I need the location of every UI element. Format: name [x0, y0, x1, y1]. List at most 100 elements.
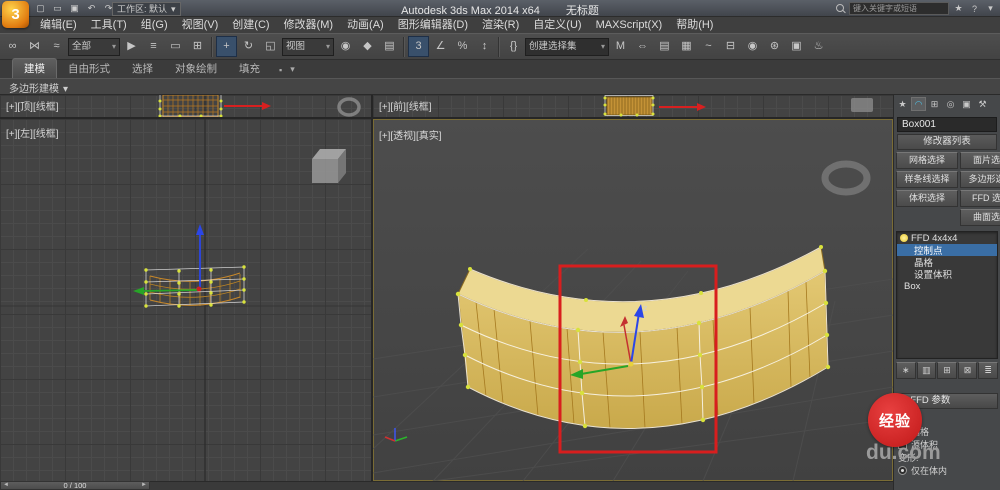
modify-tab-icon[interactable]: ◠: [911, 97, 926, 111]
modifier-button-surface-select[interactable]: 曲面选择: [960, 209, 1000, 226]
next-frame-icon[interactable]: ►: [141, 482, 147, 489]
mirror-icon[interactable]: M: [610, 36, 631, 57]
angle-snap-icon[interactable]: ∠: [430, 36, 451, 57]
transform-gizmo[interactable]: [133, 224, 204, 295]
render-setup-icon[interactable]: ⊛: [764, 36, 785, 57]
viewport-label-top[interactable]: [+][顶][线框]: [6, 98, 59, 113]
unlink-selection-icon[interactable]: ⋈: [24, 36, 45, 57]
open-file-icon[interactable]: ▭: [50, 1, 65, 15]
menu-maxscript[interactable]: MAXScript(X): [589, 17, 670, 33]
object-name-field[interactable]: Box001: [897, 117, 997, 132]
track-bar[interactable]: [150, 481, 893, 490]
viewcube[interactable]: [821, 160, 871, 196]
material-editor-icon[interactable]: ◉: [742, 36, 763, 57]
menu-help[interactable]: 帮助(H): [669, 17, 720, 33]
select-and-rotate-icon[interactable]: ↻: [238, 36, 259, 57]
hierarchy-tab-icon[interactable]: ⊞: [927, 97, 942, 111]
motion-tab-icon[interactable]: ◎: [943, 97, 958, 111]
ribbon-menu-icon[interactable]: ▾: [290, 64, 295, 78]
box-object-front-view[interactable]: [604, 95, 654, 116]
select-and-scale-icon[interactable]: ◱: [260, 36, 281, 57]
schematic-view-icon[interactable]: ⊟: [720, 36, 741, 57]
stack-item-box[interactable]: Box: [897, 280, 997, 292]
modifier-button-volume-select[interactable]: 体积选择: [896, 190, 958, 207]
stack-item-control-points[interactable]: 控制点: [897, 244, 997, 257]
menu-graph-editors[interactable]: 图形编辑器(D): [391, 17, 475, 33]
modifier-list-dropdown[interactable]: 修改器列表: [897, 134, 997, 150]
tab-modeling[interactable]: 建模: [12, 58, 57, 78]
help-icon[interactable]: ?: [968, 4, 981, 14]
tab-selection[interactable]: 选择: [121, 59, 164, 78]
app-logo-icon[interactable]: 3: [2, 1, 29, 28]
menu-rendering[interactable]: 渲染(R): [475, 17, 526, 33]
menu-animation[interactable]: 动画(A): [340, 17, 391, 33]
remove-modifier-icon[interactable]: ⊠: [957, 362, 978, 379]
viewcube[interactable]: [312, 149, 346, 183]
edit-named-selection-sets-icon[interactable]: {}: [503, 36, 524, 57]
menu-customize[interactable]: 自定义(U): [526, 17, 588, 33]
show-end-result-icon[interactable]: ▥: [916, 362, 937, 379]
tab-object-paint[interactable]: 对象绘制: [164, 59, 228, 78]
reference-coordinate-dropdown[interactable]: 视图 ▾: [282, 37, 334, 56]
favorites-star-icon[interactable]: ★: [952, 3, 965, 14]
titlebar-menu-icon[interactable]: ▾: [984, 3, 997, 14]
modifier-button-spline-select[interactable]: 样条线选择: [896, 171, 958, 188]
x-axis-gizmo-arrow[interactable]: [659, 103, 706, 111]
stack-item-ffd-4x4x4[interactable]: FFD 4x4x4: [897, 232, 997, 244]
menu-create[interactable]: 创建(C): [225, 17, 276, 33]
only-in-volume-radio[interactable]: [898, 466, 907, 475]
tab-freeform[interactable]: 自由形式: [57, 59, 121, 78]
viewcube-box[interactable]: [851, 98, 873, 112]
window-crossing-toggle-icon[interactable]: ⊞: [187, 36, 208, 57]
configure-modifier-sets-icon[interactable]: ≣: [978, 362, 998, 379]
tab-populate[interactable]: 填充: [228, 59, 271, 78]
menu-views[interactable]: 视图(V): [175, 17, 226, 33]
curve-editor-icon[interactable]: ~: [698, 36, 719, 57]
ribbon-toggle-icon[interactable]: ▦: [676, 36, 697, 57]
select-by-name-icon[interactable]: ≡: [143, 36, 164, 57]
new-scene-icon[interactable]: ▢: [33, 1, 48, 15]
utilities-tab-icon[interactable]: ⚒: [975, 97, 990, 111]
render-icon[interactable]: ♨: [808, 36, 829, 57]
menu-group[interactable]: 组(G): [134, 17, 175, 33]
make-unique-icon[interactable]: ⊞: [937, 362, 957, 379]
viewport-top[interactable]: [+][顶][线框]: [0, 95, 371, 117]
bind-to-space-warp-icon[interactable]: ≈: [46, 36, 67, 57]
select-and-manipulate-icon[interactable]: ◆: [357, 36, 378, 57]
time-slider[interactable]: ◄ 0 / 100 ►: [0, 481, 150, 490]
viewport-left[interactable]: [+][左][线框]: [0, 119, 371, 481]
percent-snap-icon[interactable]: %: [452, 36, 473, 57]
rendered-frame-icon[interactable]: ▣: [786, 36, 807, 57]
select-and-link-icon[interactable]: ∞: [2, 36, 23, 57]
pin-stack-icon[interactable]: ∗: [896, 362, 916, 379]
save-file-icon[interactable]: ▣: [67, 1, 82, 15]
box-object-top-view[interactable]: [162, 95, 219, 117]
viewport-splitter-horizontal[interactable]: [0, 117, 893, 119]
snaps-toggle-icon[interactable]: 3: [408, 36, 429, 57]
search-input[interactable]: [849, 2, 949, 15]
layer-manager-icon[interactable]: ▤: [654, 36, 675, 57]
ffd-box-object[interactable]: [457, 246, 829, 429]
keyboard-shortcut-override-icon[interactable]: ▤: [379, 36, 400, 57]
use-pivot-center-icon[interactable]: ◉: [335, 36, 356, 57]
named-selection-set-combo[interactable]: 创建选择集 ▾: [525, 37, 609, 56]
viewport-label-perspective[interactable]: [+][透视][真实]: [379, 127, 442, 142]
x-axis-gizmo-arrow[interactable]: [224, 102, 271, 110]
modifier-enabled-bulb-icon[interactable]: [900, 234, 908, 242]
create-tab-icon[interactable]: ★: [895, 97, 910, 111]
display-tab-icon[interactable]: ▣: [959, 97, 974, 111]
spinner-snap-icon[interactable]: ↕: [474, 36, 495, 57]
stack-item-set-volume[interactable]: 设置体积: [897, 268, 997, 281]
modifier-button-patch-select[interactable]: 面片选择: [960, 152, 1000, 169]
modifier-button-poly-select[interactable]: 多边形选择: [960, 171, 1000, 188]
workspace-selector[interactable]: 工作区: 默认 ▾: [112, 2, 181, 16]
rectangular-selection-region-icon[interactable]: ▭: [165, 36, 186, 57]
menu-edit[interactable]: 编辑(E): [33, 17, 84, 33]
menu-tools[interactable]: 工具(T): [84, 17, 134, 33]
align-icon[interactable]: ⇔: [632, 36, 653, 57]
circle-helper[interactable]: [337, 97, 361, 117]
viewport-label-left[interactable]: [+][左][线框]: [6, 125, 59, 140]
viewport-splitter-vertical[interactable]: [371, 95, 373, 481]
viewport-perspective[interactable]: z [+][透视][真实]: [373, 119, 893, 481]
select-and-move-icon[interactable]: +: [216, 36, 237, 57]
